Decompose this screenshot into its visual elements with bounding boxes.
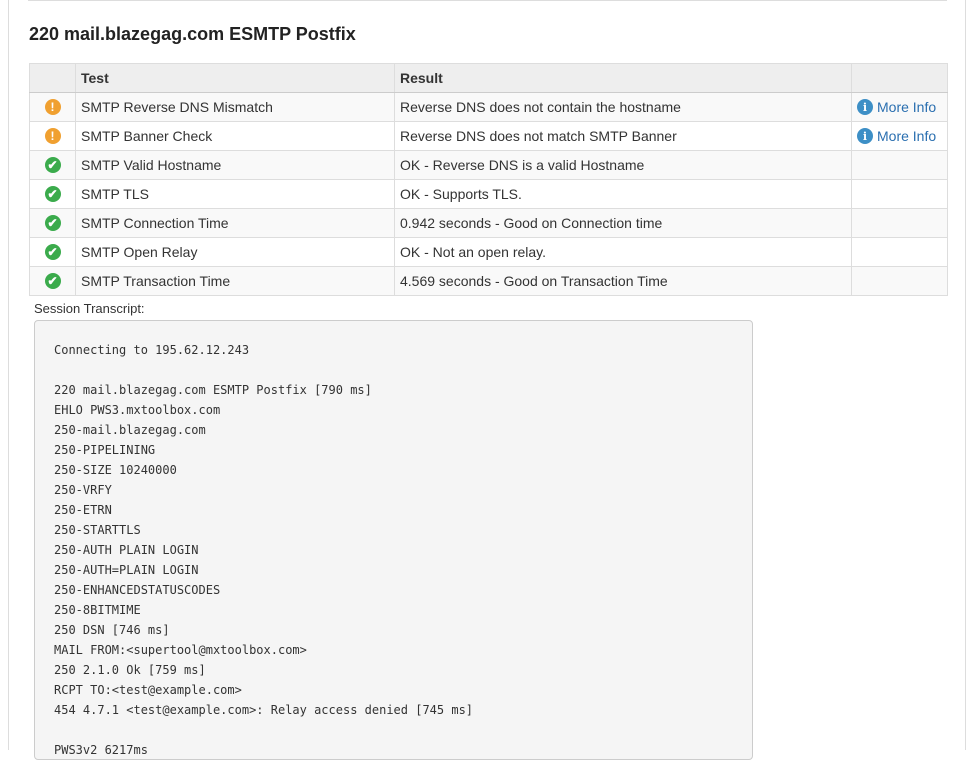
table-row: ! SMTP Banner Check Reverse DNS does not m… xyxy=(29,121,948,151)
test-name-cell: SMTP Connection Time xyxy=(75,208,395,238)
divider xyxy=(28,0,947,1)
session-transcript: Connecting to 195.62.12.243 220 mail.bla… xyxy=(34,320,753,760)
more-info-cell: i More Info xyxy=(851,121,948,151)
status-cell: ✔ xyxy=(29,266,76,296)
header-test: Test xyxy=(75,63,395,93)
status-cell: ✔ xyxy=(29,208,76,238)
result-cell: OK - Supports TLS. xyxy=(394,179,852,209)
result-cell: OK - Reverse DNS is a valid Hostname xyxy=(394,150,852,180)
table-row: ✔ SMTP Connection Time 0.942 seconds - Goo… xyxy=(29,208,948,238)
info-circle-icon: i xyxy=(857,128,873,144)
table-row: ✔ SMTP Open Relay OK - Not an open relay. xyxy=(29,237,948,267)
test-name-cell: SMTP Reverse DNS Mismatch xyxy=(75,92,395,122)
status-cell: ✔ xyxy=(29,179,76,209)
transcript-label: Session Transcript: xyxy=(34,301,145,316)
more-info-link[interactable]: i More Info xyxy=(857,128,942,144)
header-status xyxy=(29,63,76,93)
header-more xyxy=(851,63,948,93)
test-name-cell: SMTP TLS xyxy=(75,179,395,209)
more-info-link[interactable]: i More Info xyxy=(857,99,942,115)
header-result: Result xyxy=(394,63,852,93)
test-name-cell: SMTP Open Relay xyxy=(75,237,395,267)
test-name-cell: SMTP Banner Check xyxy=(75,121,395,151)
more-info-cell: i More Info xyxy=(851,92,948,122)
more-info-label: More Info xyxy=(877,128,937,144)
result-cell: 4.569 seconds - Good on Transaction Time xyxy=(394,266,852,296)
table-row: ✔ SMTP Transaction Time 4.569 seconds - Go… xyxy=(29,266,948,296)
page-title: 220 mail.blazegag.com ESMTP Postfix xyxy=(29,24,356,44)
table-row: ✔ SMTP Valid Hostname OK - Reverse DNS is … xyxy=(29,150,948,180)
table-row: ✔ SMTP TLS OK - Supports TLS. xyxy=(29,179,948,209)
status-cell: ! xyxy=(29,92,76,122)
more-info-cell xyxy=(851,208,948,238)
test-name-cell: SMTP Valid Hostname xyxy=(75,150,395,180)
table-header-row: Test Result xyxy=(29,63,948,93)
check-circle-icon: ✔ xyxy=(44,244,61,260)
info-circle-icon: i xyxy=(857,99,873,115)
result-cell: Reverse DNS does not match SMTP Banner xyxy=(394,121,852,151)
status-cell: ✔ xyxy=(29,150,76,180)
check-circle-icon: ✔ xyxy=(44,215,61,231)
more-info-cell xyxy=(851,150,948,180)
result-cell: Reverse DNS does not contain the hostnam… xyxy=(394,92,852,122)
test-name-cell: SMTP Transaction Time xyxy=(75,266,395,296)
exclamation-circle-icon: ! xyxy=(44,128,61,144)
table-row: ! SMTP Reverse DNS Mismatch Reverse DNS do… xyxy=(29,92,948,122)
result-cell: OK - Not an open relay. xyxy=(394,237,852,267)
status-cell: ! xyxy=(29,121,76,151)
check-circle-icon: ✔ xyxy=(44,273,61,289)
exclamation-circle-icon: ! xyxy=(44,99,61,115)
check-circle-icon: ✔ xyxy=(44,186,61,202)
more-info-cell xyxy=(851,266,948,296)
more-info-cell xyxy=(851,237,948,267)
more-info-cell xyxy=(851,179,948,209)
result-cell: 0.942 seconds - Good on Connection time xyxy=(394,208,852,238)
check-circle-icon: ✔ xyxy=(44,157,61,173)
results-table: Test Result ! SMTP Reverse DNS Mismatch Re… xyxy=(29,63,948,296)
more-info-label: More Info xyxy=(877,99,937,115)
status-cell: ✔ xyxy=(29,237,76,267)
